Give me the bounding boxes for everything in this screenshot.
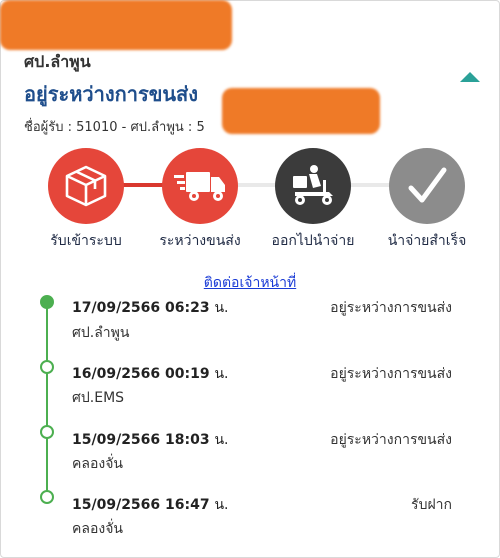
shipment-status-title: อยู่ระหว่างการขนส่ง [24, 82, 199, 106]
timeline-dot [40, 295, 54, 309]
step-accepted: รับเข้าระบบ [26, 148, 146, 252]
step-delivered-circle [389, 148, 465, 224]
event-location: คลองจั่น [72, 521, 123, 537]
step-accepted-circle [48, 148, 124, 224]
step-delivered-label: นำจ่ายสำเร็จ [387, 233, 467, 249]
timeline-line [46, 300, 48, 497]
event-location: คลองจั่น [72, 456, 123, 472]
event-status: อยู่ระหว่างการขนส่ง [330, 300, 452, 316]
event-status: รับฝาก [411, 497, 452, 513]
event-location: ศป.EMS [72, 390, 125, 406]
event-status: อยู่ระหว่างการขนส่ง [330, 432, 452, 448]
collapse-button[interactable] [456, 68, 484, 88]
receiver-info: ชื่อผู้รับ : 51010 - ศป.ลำพูน : 5 [24, 120, 205, 135]
step-in-transit: ระหว่างขนส่ง [140, 148, 260, 252]
step-out-for-delivery-label: ออกไปนำจ่าย [271, 233, 355, 249]
event-datetime: 16/09/2566 00:19 น. [72, 366, 229, 382]
redacted-area [222, 88, 380, 134]
contact-staff-link[interactable]: ติดต่อเจ้าหน้าที่ [0, 272, 500, 294]
step-delivered: นำจ่ายสำเร็จ [367, 148, 487, 252]
timeline-dot [40, 360, 54, 374]
redacted-area [0, 0, 232, 50]
delivery-scooter-icon [293, 165, 333, 205]
step-accepted-label: รับเข้าระบบ [50, 233, 122, 249]
step-out-for-delivery: ออกไปนำจ่าย [253, 148, 373, 252]
chevron-up-icon [460, 72, 480, 82]
event-location: ศป.ลำพูน [72, 325, 130, 341]
step-out-for-delivery-circle [275, 148, 351, 224]
timeline-dot [40, 425, 54, 439]
step-in-transit-circle [162, 148, 238, 224]
event-status: อยู่ระหว่างการขนส่ง [330, 366, 452, 382]
event-datetime: 15/09/2566 16:47 น. [72, 497, 229, 513]
event-datetime: 15/09/2566 18:03 น. [72, 432, 229, 448]
delivery-truck-icon [174, 172, 225, 201]
checkmark-icon [408, 167, 447, 203]
event-datetime: 17/09/2566 06:23 น. [72, 300, 229, 316]
timeline-dot [40, 490, 54, 504]
parcel-box-icon [65, 165, 107, 207]
step-in-transit-label: ระหว่างขนส่ง [159, 233, 241, 249]
origin-office: ศป.ลำพูน [24, 52, 91, 71]
